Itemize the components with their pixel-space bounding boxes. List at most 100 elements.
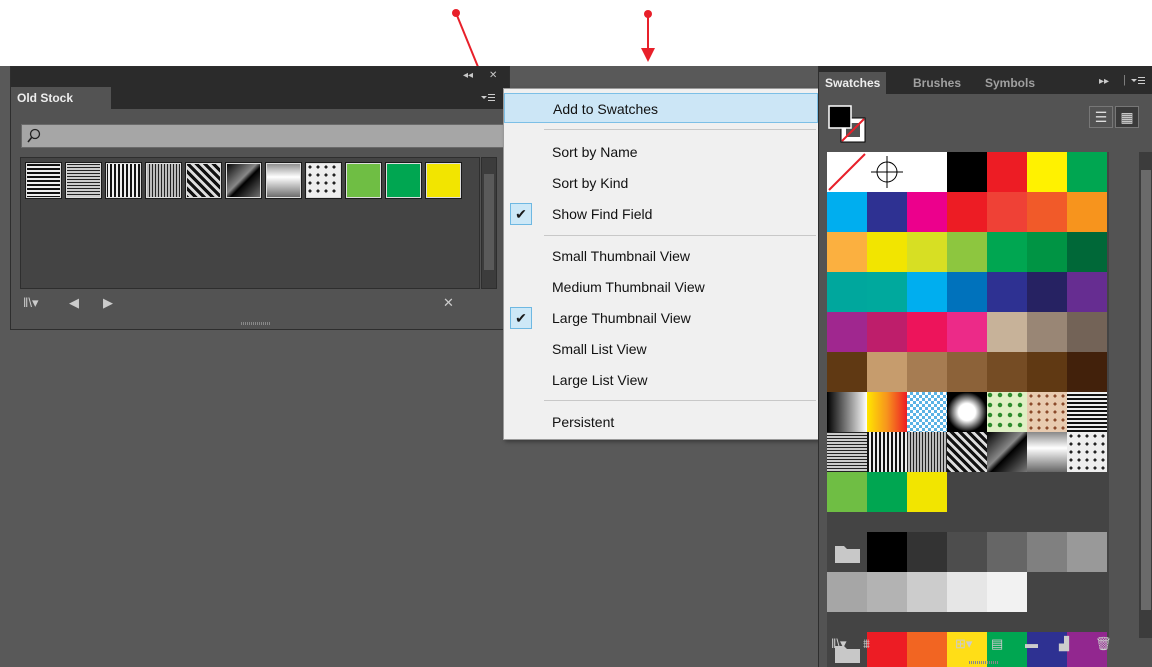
tab-old-stock[interactable]: Old Stock	[11, 87, 111, 109]
previous-arrow-icon[interactable]: ◀	[69, 296, 79, 310]
color-swatch[interactable]	[867, 312, 907, 352]
pattern-swatch[interactable]	[947, 392, 987, 432]
menu-item-sort-by-kind[interactable]: Sort by Kind	[504, 168, 818, 198]
color-swatch[interactable]	[987, 192, 1027, 232]
menu-item-medium-thumbnail-view[interactable]: Medium Thumbnail View	[504, 272, 818, 302]
scrollbar[interactable]	[1139, 152, 1152, 638]
swatch-thumbnail[interactable]	[25, 162, 62, 199]
resize-grip[interactable]	[969, 661, 999, 664]
swatch-thumbnail[interactable]	[145, 162, 182, 199]
registration-swatch[interactable]	[867, 152, 907, 192]
folder-icon[interactable]	[827, 532, 867, 572]
color-swatch[interactable]	[907, 152, 947, 192]
menu-item-large-list-view[interactable]: Large List View	[504, 365, 818, 395]
panel-title-bar[interactable]: ◂◂ ✕	[11, 67, 509, 87]
color-swatch[interactable]	[987, 272, 1027, 312]
color-swatch[interactable]	[867, 272, 907, 312]
close-icon[interactable]: ✕	[489, 70, 497, 82]
list-view-icon[interactable]: ☰	[1089, 106, 1113, 128]
pattern-swatch[interactable]	[987, 432, 1027, 472]
color-swatch[interactable]	[827, 192, 867, 232]
color-swatch[interactable]	[907, 232, 947, 272]
scrollbar[interactable]	[481, 157, 497, 289]
swatch-thumbnail[interactable]	[425, 162, 462, 199]
panel-menu-icon[interactable]	[1131, 76, 1145, 86]
color-swatch[interactable]	[1067, 532, 1107, 572]
tab-symbols[interactable]: Symbols	[979, 72, 1041, 94]
color-swatch[interactable]	[1027, 232, 1067, 272]
color-swatch[interactable]	[1027, 352, 1067, 392]
show-kind-icon[interactable]: ⩩	[863, 636, 870, 652]
color-swatch[interactable]	[907, 352, 947, 392]
color-swatch[interactable]	[1027, 272, 1067, 312]
menu-item-small-list-view[interactable]: Small List View	[504, 334, 818, 364]
fill-stroke-icon[interactable]	[827, 104, 871, 146]
double-chevron-left-icon[interactable]: ◂◂	[463, 70, 473, 82]
color-swatch[interactable]	[1027, 532, 1067, 572]
library-menu-icon[interactable]: ǁ\▾	[23, 296, 39, 310]
swatch-options-icon[interactable]: ⊞▾	[955, 636, 972, 652]
menu-item-large-thumbnail-view[interactable]: ✔ Large Thumbnail View	[504, 303, 818, 333]
resize-grip[interactable]	[241, 322, 271, 325]
color-swatch[interactable]	[947, 312, 987, 352]
none-swatch[interactable]	[827, 152, 867, 192]
color-swatch[interactable]	[907, 472, 947, 512]
pattern-swatch[interactable]	[907, 392, 947, 432]
pattern-swatch[interactable]	[1027, 432, 1067, 472]
tab-brushes[interactable]: Brushes	[907, 72, 967, 94]
swatch-thumbnail[interactable]	[305, 162, 342, 199]
pattern-swatch[interactable]	[1067, 432, 1107, 472]
color-swatch[interactable]	[1067, 272, 1107, 312]
pattern-swatch[interactable]	[1067, 392, 1107, 432]
menu-item-show-find-field[interactable]: ✔ Show Find Field	[504, 199, 818, 229]
color-swatch[interactable]	[867, 352, 907, 392]
pattern-swatch[interactable]	[867, 432, 907, 472]
swatch-thumbnail[interactable]	[105, 162, 142, 199]
color-swatch[interactable]	[867, 532, 907, 572]
library-menu-icon[interactable]: ǁ\▾	[831, 636, 847, 652]
color-swatch[interactable]	[907, 192, 947, 232]
tab-swatches[interactable]: Swatches	[819, 72, 887, 94]
color-swatch[interactable]	[867, 192, 907, 232]
color-swatch[interactable]	[1067, 232, 1107, 272]
color-swatch[interactable]	[1067, 152, 1107, 192]
delete-swatch-icon[interactable]: 🗑	[1095, 636, 1112, 652]
color-swatch[interactable]	[947, 192, 987, 232]
swatch-thumbnail[interactable]	[345, 162, 382, 199]
color-swatch[interactable]	[1067, 192, 1107, 232]
menu-item-small-thumbnail-view[interactable]: Small Thumbnail View	[504, 241, 818, 271]
pattern-swatch[interactable]	[947, 432, 987, 472]
swatch-thumbnail[interactable]	[65, 162, 102, 199]
swatch-thumbnail[interactable]	[385, 162, 422, 199]
color-swatch[interactable]	[1067, 352, 1107, 392]
color-swatch[interactable]	[907, 312, 947, 352]
color-swatch[interactable]	[907, 532, 947, 572]
color-swatch[interactable]	[827, 572, 867, 612]
color-swatch[interactable]	[947, 532, 987, 572]
pattern-swatch[interactable]	[1027, 392, 1067, 432]
color-swatch[interactable]	[947, 272, 987, 312]
color-swatch[interactable]	[947, 232, 987, 272]
next-arrow-icon[interactable]: ▶	[103, 296, 113, 310]
color-swatch[interactable]	[827, 472, 867, 512]
collapse-panel-icon[interactable]: ▸▸	[1099, 76, 1109, 87]
color-swatch[interactable]	[947, 152, 987, 192]
search-input[interactable]	[21, 124, 505, 148]
color-swatch[interactable]	[1067, 312, 1107, 352]
pattern-swatch[interactable]	[987, 392, 1027, 432]
color-swatch[interactable]	[987, 532, 1027, 572]
color-swatch[interactable]	[987, 572, 1027, 612]
color-swatch[interactable]	[867, 232, 907, 272]
new-swatch-icon[interactable]: ▟	[1059, 636, 1069, 652]
color-swatch[interactable]	[1027, 152, 1067, 192]
menu-item-sort-by-name[interactable]: Sort by Name	[504, 137, 818, 167]
color-swatch[interactable]	[987, 232, 1027, 272]
swatch-thumbnail[interactable]	[185, 162, 222, 199]
folder-icon[interactable]: ▬	[1025, 636, 1038, 652]
pattern-swatch[interactable]	[827, 432, 867, 472]
panel-menu-icon[interactable]	[481, 93, 495, 103]
menu-item-persistent[interactable]: Persistent	[504, 407, 818, 437]
thumbnail-view-icon[interactable]: ▦	[1115, 106, 1139, 128]
color-swatch[interactable]	[1027, 192, 1067, 232]
color-swatch[interactable]	[987, 312, 1027, 352]
